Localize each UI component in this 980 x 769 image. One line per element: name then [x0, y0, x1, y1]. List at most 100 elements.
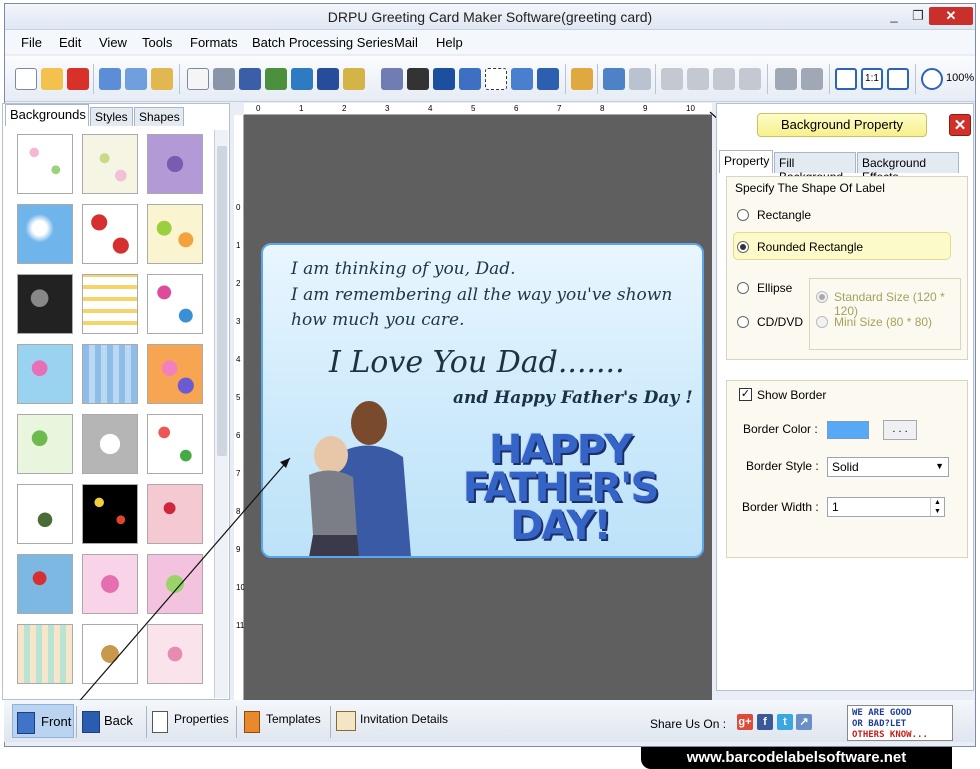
edit-image-icon[interactable]: [265, 68, 287, 90]
cd-dvd-radio[interactable]: [737, 316, 749, 328]
front-button[interactable]: Front: [12, 704, 74, 738]
background-thumbnail[interactable]: [147, 274, 203, 334]
fit-window-icon[interactable]: [887, 68, 909, 90]
print-icon[interactable]: [213, 68, 235, 90]
open-icon[interactable]: [41, 68, 63, 90]
background-thumbnail[interactable]: [147, 344, 203, 404]
background-thumbnail[interactable]: [82, 134, 138, 194]
copy-design-icon[interactable]: [239, 68, 261, 90]
close-file-icon[interactable]: [67, 68, 89, 90]
zoom-icon[interactable]: [921, 68, 943, 90]
panel-close-button[interactable]: ✕: [949, 114, 971, 136]
greeting-card[interactable]: I am thinking of you, Dad. I am remember…: [261, 243, 704, 558]
background-thumbnail[interactable]: [17, 414, 73, 474]
menu-formats[interactable]: Formats: [190, 35, 238, 50]
background-thumbnail[interactable]: [82, 204, 138, 264]
maximize-button[interactable]: ❐: [905, 7, 931, 25]
share-icon[interactable]: ↗: [796, 714, 812, 730]
menu-mail[interactable]: Mail: [394, 35, 418, 50]
mini-size-radio[interactable]: [816, 316, 828, 328]
menu-view[interactable]: View: [99, 35, 127, 50]
background-thumbnail[interactable]: [17, 484, 73, 544]
rounded-rectangle-radio[interactable]: [737, 241, 749, 253]
background-thumbnail[interactable]: [82, 554, 138, 614]
background-thumbnail[interactable]: [82, 274, 138, 334]
barcode-icon[interactable]: [407, 68, 429, 90]
stepper-arrows-icon[interactable]: ▲ ▼: [930, 498, 944, 516]
background-thumbnail[interactable]: [17, 204, 73, 264]
actual-size-icon[interactable]: 1:1: [861, 68, 883, 90]
thumbnail-scrollbar[interactable]: [214, 130, 228, 698]
google-plus-icon[interactable]: g+: [737, 714, 753, 730]
background-thumbnail[interactable]: [147, 134, 203, 194]
redo-icon[interactable]: [629, 68, 651, 90]
menu-batch-processing[interactable]: Batch Processing Series: [252, 35, 394, 50]
picture-icon[interactable]: [343, 68, 365, 90]
show-border-checkbox[interactable]: ✓: [739, 388, 752, 401]
image-icon[interactable]: [291, 68, 313, 90]
copy-icon[interactable]: [687, 68, 709, 90]
tab-shapes[interactable]: Shapes: [134, 107, 184, 126]
close-button[interactable]: ✕: [929, 7, 973, 25]
background-thumbnail[interactable]: [82, 624, 138, 684]
background-thumbnail[interactable]: [17, 624, 73, 684]
menu-file[interactable]: File: [21, 35, 42, 50]
menu-tools[interactable]: Tools: [142, 35, 172, 50]
tab-fill-background[interactable]: Fill Background: [774, 152, 856, 184]
bring-front-icon[interactable]: [775, 68, 797, 90]
border-style-select[interactable]: Solid ▼: [827, 457, 949, 477]
twitter-icon[interactable]: t: [777, 714, 793, 730]
minimize-button[interactable]: _: [881, 7, 907, 25]
background-thumbnail[interactable]: [147, 624, 203, 684]
mail-icon[interactable]: [511, 68, 533, 90]
background-thumbnail[interactable]: [82, 484, 138, 544]
pen-icon[interactable]: [317, 68, 339, 90]
send-back-icon[interactable]: [801, 68, 823, 90]
scrollbar-thumb[interactable]: [217, 146, 227, 456]
page-setup-icon[interactable]: [187, 68, 209, 90]
new-icon[interactable]: [15, 68, 37, 90]
grid-icon[interactable]: [835, 68, 857, 90]
tab-backgrounds[interactable]: Backgrounds: [5, 104, 89, 126]
background-thumbnail[interactable]: [82, 414, 138, 474]
export-icon[interactable]: [151, 68, 173, 90]
line-icon[interactable]: [537, 68, 559, 90]
menu-help[interactable]: Help: [436, 35, 463, 50]
tab-styles[interactable]: Styles: [90, 107, 133, 126]
background-thumbnail[interactable]: [82, 344, 138, 404]
background-thumbnail[interactable]: [17, 134, 73, 194]
properties-button[interactable]: Properties: [148, 704, 236, 738]
background-thumbnail[interactable]: [147, 414, 203, 474]
save-as-icon[interactable]: [125, 68, 147, 90]
background-thumbnail[interactable]: [17, 274, 73, 334]
background-thumbnail[interactable]: [17, 554, 73, 614]
paste-icon[interactable]: [713, 68, 735, 90]
word-art-icon[interactable]: [459, 68, 481, 90]
facebook-icon[interactable]: f: [757, 714, 773, 730]
tab-background-effects[interactable]: Background Effects: [857, 152, 959, 184]
save-icon[interactable]: [99, 68, 121, 90]
background-thumbnail[interactable]: [147, 204, 203, 264]
invitation-details-button[interactable]: Invitation Details: [332, 704, 458, 738]
background-thumbnail[interactable]: [147, 554, 203, 614]
border-color-swatch[interactable]: [827, 421, 869, 439]
border-width-stepper[interactable]: 1 ▲ ▼: [827, 497, 945, 517]
tab-property[interactable]: Property: [719, 150, 773, 173]
feedback-banner[interactable]: WE ARE GOOD OR BAD?LET OTHERS KNOW...: [847, 705, 953, 741]
ellipse-radio[interactable]: [737, 282, 749, 294]
menu-edit[interactable]: Edit: [59, 35, 81, 50]
cut-icon[interactable]: [661, 68, 683, 90]
text-icon[interactable]: [433, 68, 455, 90]
background-thumbnail[interactable]: [17, 344, 73, 404]
rectangle-radio[interactable]: [737, 209, 749, 221]
database-icon[interactable]: [571, 68, 593, 90]
templates-button[interactable]: Templates: [238, 704, 328, 738]
delete-icon[interactable]: [739, 68, 761, 90]
undo-icon[interactable]: [603, 68, 625, 90]
background-thumbnail[interactable]: [147, 484, 203, 544]
watermark-icon[interactable]: [381, 68, 403, 90]
zoom-level[interactable]: 100%: [946, 72, 974, 84]
back-button[interactable]: Back: [78, 704, 144, 738]
standard-size-radio[interactable]: [816, 291, 828, 303]
selection-icon[interactable]: [485, 68, 507, 90]
